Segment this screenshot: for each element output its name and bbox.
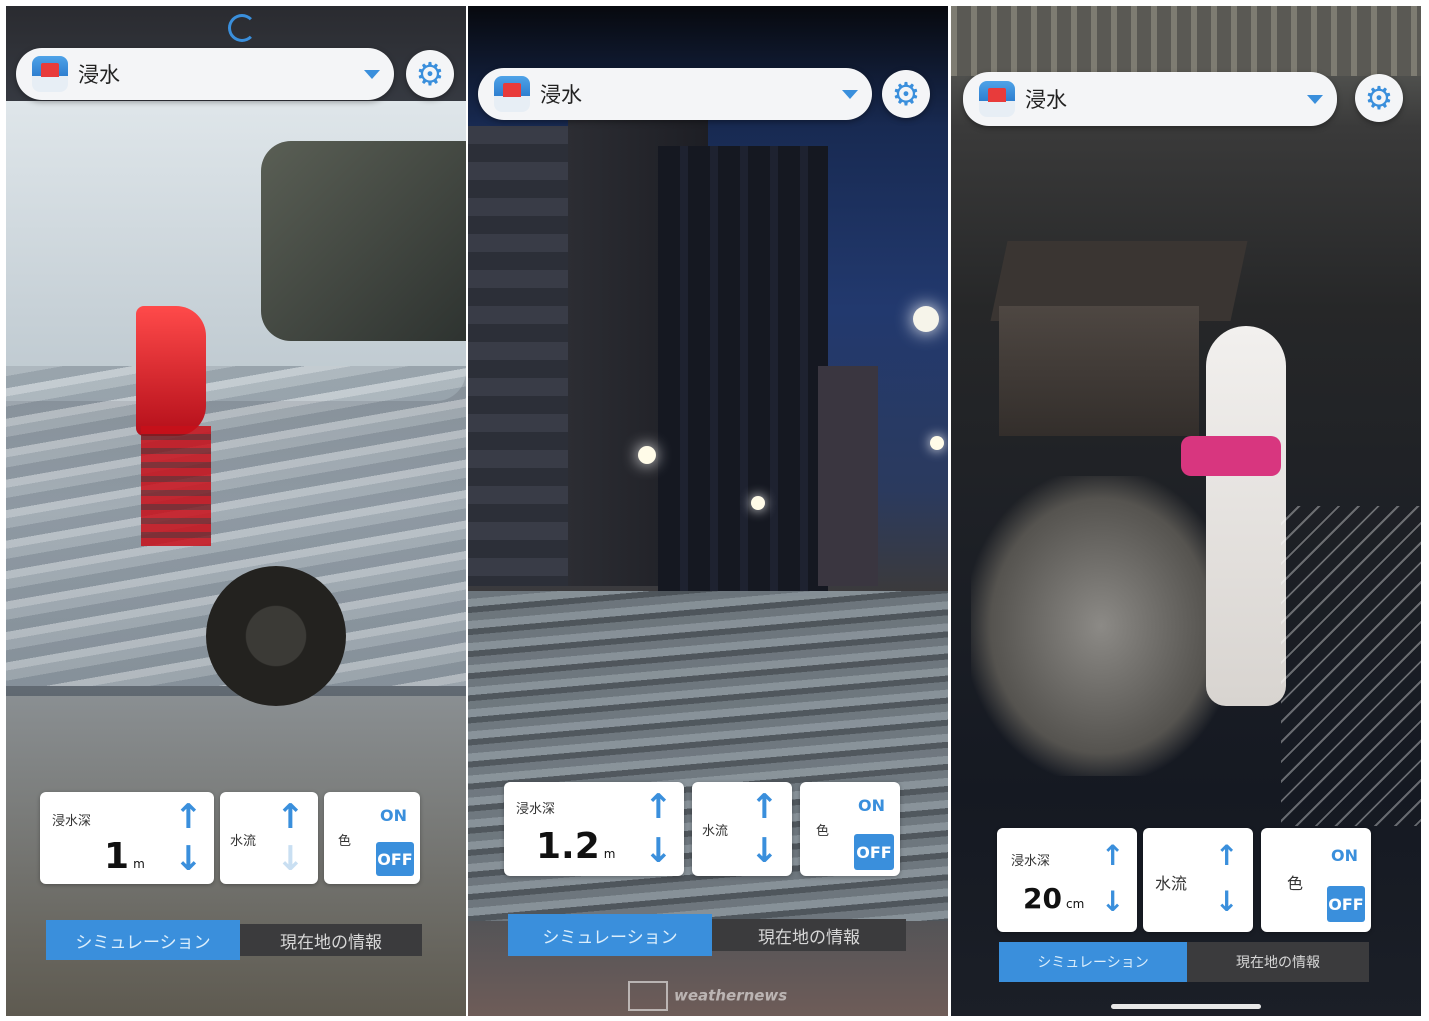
street-lamp (751, 496, 765, 510)
arrow-down-icon[interactable]: ↓ (644, 834, 673, 868)
mode-dropdown[interactable]: 浸水 (478, 68, 872, 120)
flood-app-icon (32, 56, 68, 92)
bottom-tabs: シミュレーション 現在地の情報 (46, 920, 422, 960)
mode-title: 浸水 (78, 63, 120, 87)
tab-location-info[interactable]: 現在地の情報 (1187, 942, 1369, 982)
tab-simulation[interactable]: シミュレーション (508, 914, 712, 956)
cardboard-box (999, 306, 1199, 436)
color-control: 色 ON OFF (1261, 828, 1371, 932)
arrow-up-icon[interactable]: ↑ (644, 790, 673, 824)
screen-2: 浸水 ⚙ 浸水深 1.2 m ↑ ↓ 水流 ↑ ↓ 色 ON OFF シミュレーシ… (468, 6, 948, 1016)
tab-location-info[interactable]: 現在地の情報 (240, 924, 422, 956)
color-control: 色 ON OFF (324, 792, 420, 884)
arrow-up-icon[interactable]: ↑ (1101, 842, 1124, 870)
water-sparkle (1281, 506, 1421, 826)
flow-label: 水流 (230, 834, 257, 849)
flood-app-icon (979, 81, 1015, 117)
car-tire (206, 566, 346, 706)
dog (1206, 326, 1286, 706)
flow-control: 水流 ↑ ↓ (1143, 828, 1253, 932)
chevron-down-icon[interactable] (842, 89, 858, 99)
depth-value: 1m (104, 836, 145, 877)
tab-location-info[interactable]: 現在地の情報 (712, 919, 906, 951)
fence (951, 6, 1421, 76)
flow-control: 水流 ↑ ↓ (692, 782, 792, 876)
arrow-down-icon: ↓ (276, 839, 305, 879)
color-on-button[interactable]: ON (858, 796, 885, 815)
color-label: 色 (816, 824, 830, 839)
arrow-up-icon[interactable]: ↑ (1215, 842, 1238, 870)
depth-control: 浸水深 1m ↑ ↓ (40, 792, 214, 884)
depth-value: 20 cm (1023, 882, 1085, 915)
gear-icon[interactable]: ⚙ (882, 70, 930, 118)
depth-label: 浸水深 (516, 802, 556, 817)
arrow-down-icon[interactable]: ↓ (174, 842, 203, 876)
depth-control: 浸水深 1.2 m ↑ ↓ (504, 782, 684, 876)
color-label: 色 (1287, 874, 1304, 893)
home-indicator[interactable] (1111, 1004, 1261, 1009)
building (468, 126, 578, 586)
arrow-down-icon[interactable]: ↓ (1101, 888, 1124, 916)
tail-light-reflection (141, 426, 211, 546)
building (818, 366, 878, 586)
flow-control: 水流 ↑ ↓ (220, 792, 318, 884)
depth-label: 浸水深 (1011, 854, 1051, 869)
arrow-up-icon[interactable]: ↑ (750, 790, 779, 824)
dog-reflection (971, 476, 1231, 776)
car-side-window (261, 141, 466, 341)
color-off-button[interactable]: OFF (376, 842, 414, 876)
gear-icon[interactable]: ⚙ (406, 50, 454, 98)
street-lamp (930, 436, 944, 450)
gear-icon[interactable]: ⚙ (1355, 74, 1403, 122)
dog-harness (1181, 436, 1281, 476)
mode-dropdown[interactable]: 浸水 (16, 48, 394, 100)
tab-simulation[interactable]: シミュレーション (46, 920, 240, 960)
car-tail-light (136, 306, 206, 436)
color-off-button[interactable]: OFF (1327, 886, 1365, 922)
chevron-down-icon[interactable] (364, 69, 380, 79)
depth-label: 浸水深 (52, 814, 92, 829)
depth-control: 浸水深 20 cm ↑ ↓ (997, 828, 1137, 932)
mode-title: 浸水 (540, 83, 582, 107)
moon (913, 306, 939, 332)
screen-1: 浸水 ⚙ 浸水深 1m ↑ ↓ 水流 ↑ ↓ 色 ON OFF シミュレーション… (6, 6, 466, 1016)
street-lamp (638, 446, 656, 464)
chevron-down-icon[interactable] (1307, 94, 1323, 104)
color-off-button[interactable]: OFF (854, 834, 894, 870)
color-on-button[interactable]: ON (380, 806, 407, 825)
flood-app-icon (494, 76, 530, 112)
building (658, 146, 828, 596)
arrow-down-icon[interactable]: ↓ (750, 834, 779, 868)
bottom-tabs: シミュレーション 現在地の情報 (508, 914, 906, 956)
screen-3: 浸水 ⚙ 浸水深 20 cm ↑ ↓ 水流 ↑ ↓ 色 ON OFF シミュレーシ… (951, 6, 1421, 1016)
color-label: 色 (338, 834, 352, 849)
watermark: weathernews (628, 981, 787, 1011)
flow-label: 水流 (1155, 874, 1188, 893)
bottom-tabs: シミュレーション 現在地の情報 (999, 942, 1369, 982)
color-on-button[interactable]: ON (1331, 846, 1358, 865)
depth-value: 1.2 m (536, 826, 616, 867)
flow-label: 水流 (702, 824, 729, 839)
arrow-up-icon[interactable]: ↑ (174, 800, 203, 834)
weathernews-logo-icon (628, 981, 668, 1011)
color-control: 色 ON OFF (800, 782, 900, 876)
loading-spinner-icon (228, 14, 256, 42)
arrow-up-icon[interactable]: ↑ (276, 800, 305, 834)
mode-title: 浸水 (1025, 88, 1067, 112)
mode-dropdown[interactable]: 浸水 (963, 72, 1337, 126)
tab-simulation[interactable]: シミュレーション (999, 942, 1187, 982)
arrow-down-icon[interactable]: ↓ (1215, 888, 1238, 916)
